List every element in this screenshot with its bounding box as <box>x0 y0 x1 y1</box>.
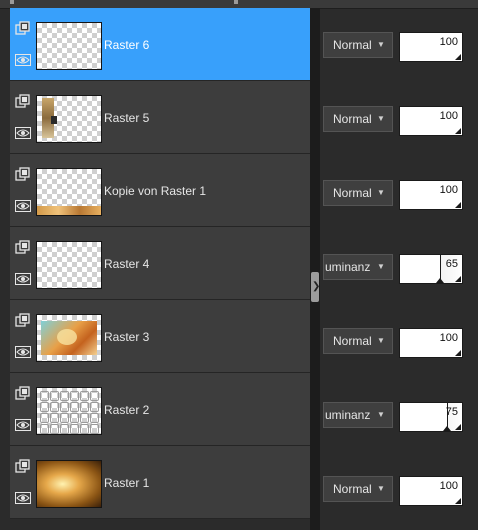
opacity-corner <box>455 350 461 356</box>
top-strip-tick <box>10 0 14 4</box>
layer-thumbnail[interactable] <box>36 22 102 70</box>
blend-mode-value: uminanz (\ <box>325 408 382 422</box>
chevron-down-icon: ▼ <box>374 33 388 57</box>
layer-name[interactable]: Kopie von Raster 1 <box>104 184 206 198</box>
layer-row[interactable]: Raster 2 <box>10 373 310 446</box>
eye-icon[interactable] <box>15 273 31 285</box>
splitter-handle[interactable]: ❯ <box>311 272 320 302</box>
panel-splitter[interactable]: ❯ <box>310 8 320 530</box>
eye-icon[interactable] <box>15 54 31 66</box>
chevron-down-icon: ▼ <box>374 477 388 501</box>
blend-mode-select[interactable]: Normal ▼ <box>323 32 393 58</box>
opacity-corner <box>455 128 461 134</box>
eye-icon[interactable] <box>15 419 31 431</box>
layer-properties-row: Normal ▼ 100 <box>320 156 478 230</box>
opacity-fill <box>400 403 447 431</box>
opacity-fill <box>400 255 441 283</box>
top-strip-tick <box>234 0 238 4</box>
layer-thumbnail[interactable] <box>36 314 102 362</box>
eye-icon[interactable] <box>15 127 31 139</box>
layer-group-icon[interactable] <box>15 386 31 402</box>
eye-icon[interactable] <box>15 346 31 358</box>
layer-group-icon[interactable] <box>15 313 31 329</box>
eye-icon[interactable] <box>15 492 31 504</box>
blend-mode-select[interactable]: Normal ▼ <box>323 180 393 206</box>
opacity-corner <box>455 202 461 208</box>
opacity-slider[interactable]: 100 <box>399 32 463 62</box>
layer-row[interactable]: Kopie von Raster 1 <box>10 154 310 227</box>
opacity-handle[interactable] <box>442 426 451 431</box>
layer-thumbnail[interactable] <box>36 95 102 143</box>
layer-properties-row: uminanz (\ ▼ 75 <box>320 378 478 452</box>
layer-row[interactable]: Raster 5 <box>10 81 310 154</box>
blend-mode-select[interactable]: Normal ▼ <box>323 476 393 502</box>
opacity-value: 100 <box>439 184 458 196</box>
layer-group-icon[interactable] <box>15 240 31 256</box>
blend-mode-value: Normal <box>333 186 372 200</box>
layer-group-icon[interactable] <box>15 167 31 183</box>
layer-thumbnail[interactable] <box>36 241 102 289</box>
chevron-down-icon: ▼ <box>374 255 388 279</box>
layer-name[interactable]: Raster 2 <box>104 403 149 417</box>
layer-thumbnail[interactable] <box>36 387 102 435</box>
blend-mode-value: Normal <box>333 482 372 496</box>
chevron-down-icon: ▼ <box>374 107 388 131</box>
layer-group-icon[interactable] <box>15 459 31 475</box>
chevron-down-icon: ▼ <box>374 403 388 427</box>
opacity-value: 100 <box>439 110 458 122</box>
layer-properties-row: Normal ▼ 100 <box>320 82 478 156</box>
blend-mode-select[interactable]: Normal ▼ <box>323 106 393 132</box>
layer-group-icon[interactable] <box>15 21 31 37</box>
layer-name[interactable]: Raster 1 <box>104 476 149 490</box>
opacity-slider[interactable]: 100 <box>399 328 463 358</box>
opacity-slider[interactable]: 75 <box>399 402 463 432</box>
layer-row[interactable]: Raster 3 <box>10 300 310 373</box>
blend-mode-select[interactable]: uminanz (\ ▼ <box>323 402 393 428</box>
blend-mode-value: Normal <box>333 112 372 126</box>
layer-thumbnail[interactable] <box>36 168 102 216</box>
opacity-value: 100 <box>439 332 458 344</box>
blend-mode-value: Normal <box>333 38 372 52</box>
opacity-value: 100 <box>439 36 458 48</box>
opacity-handle[interactable] <box>436 278 445 283</box>
opacity-value: 100 <box>439 480 458 492</box>
layer-row[interactable]: Raster 4 <box>10 227 310 300</box>
layer-properties: Normal ▼ 100 Normal ▼ 100 Normal ▼ 100 uminanz (\… <box>320 8 478 526</box>
opacity-value: 65 <box>445 258 458 270</box>
layer-thumbnail[interactable] <box>36 460 102 508</box>
blend-mode-select[interactable]: uminanz (\ ▼ <box>323 254 393 280</box>
opacity-corner <box>455 498 461 504</box>
opacity-slider[interactable]: 100 <box>399 476 463 506</box>
opacity-corner <box>455 54 461 60</box>
eye-icon[interactable] <box>15 200 31 212</box>
blend-mode-value: Normal <box>333 334 372 348</box>
layer-name[interactable]: Raster 4 <box>104 257 149 271</box>
layer-name[interactable]: Raster 6 <box>104 38 149 52</box>
layer-name[interactable]: Raster 5 <box>104 111 149 125</box>
layer-list: Raster 6 Raster 5 Kopie von Raster 1 Raster… <box>10 8 310 519</box>
layer-properties-row: Normal ▼ 100 <box>320 452 478 526</box>
opacity-slider[interactable]: 100 <box>399 106 463 136</box>
opacity-slider[interactable]: 65 <box>399 254 463 284</box>
chevron-down-icon: ▼ <box>374 329 388 353</box>
layer-name[interactable]: Raster 3 <box>104 330 149 344</box>
chevron-down-icon: ▼ <box>374 181 388 205</box>
opacity-corner <box>455 424 461 430</box>
opacity-slider[interactable]: 100 <box>399 180 463 210</box>
layer-row[interactable]: Raster 1 <box>10 446 310 519</box>
layer-group-icon[interactable] <box>15 94 31 110</box>
layer-properties-row: Normal ▼ 100 <box>320 8 478 82</box>
layer-properties-row: uminanz (\ ▼ 65 <box>320 230 478 304</box>
opacity-value: 75 <box>445 406 458 418</box>
blend-mode-value: uminanz (\ <box>325 260 382 274</box>
opacity-corner <box>455 276 461 282</box>
layer-row[interactable]: Raster 6 <box>10 8 310 81</box>
blend-mode-select[interactable]: Normal ▼ <box>323 328 393 354</box>
layer-properties-row: Normal ▼ 100 <box>320 304 478 378</box>
